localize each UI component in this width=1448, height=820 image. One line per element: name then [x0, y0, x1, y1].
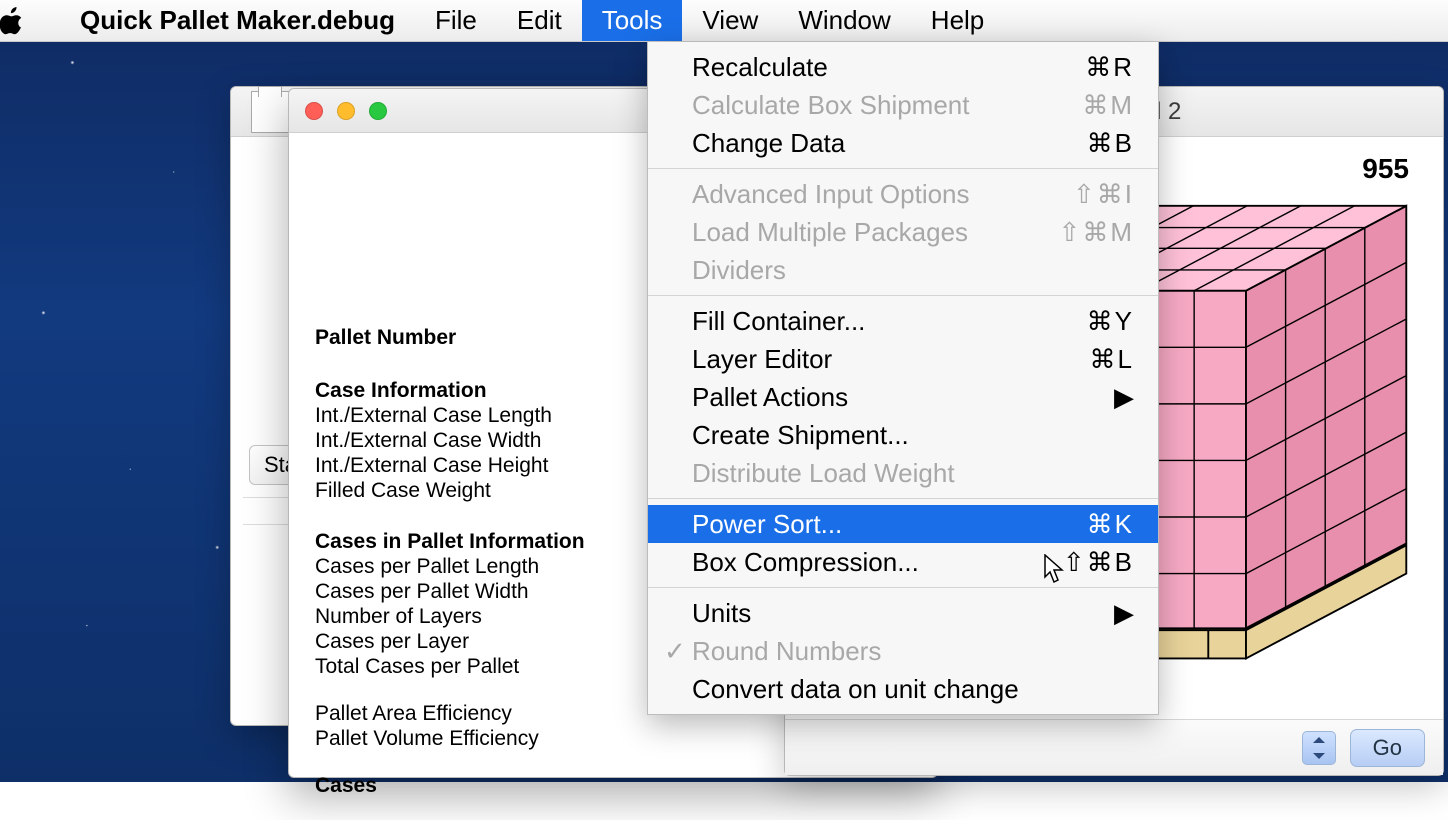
- menu-shortcut: ⌘M: [1082, 90, 1134, 121]
- menu-item-change-data[interactable]: Change Data⌘B: [648, 124, 1158, 162]
- menu-item-label: Dividers: [692, 255, 1134, 286]
- menu-item-label: Change Data: [692, 128, 1087, 159]
- menu-item-layer-editor[interactable]: Layer Editor⌘L: [648, 340, 1158, 378]
- menu-shortcut: ⇧⌘B: [1063, 547, 1134, 578]
- menu-item-label: Convert data on unit change: [692, 674, 1134, 705]
- menu-item-label: Distribute Load Weight: [692, 458, 1134, 489]
- menu-item-advanced-input-options: Advanced Input Options⇧⌘I: [648, 175, 1158, 213]
- close-icon[interactable]: [305, 102, 323, 120]
- menu-item-label: Power Sort...: [692, 509, 1087, 540]
- submenu-arrow-icon: ▶: [1114, 598, 1134, 629]
- menu-shortcut: ⌘L: [1090, 344, 1134, 375]
- menu-item-label: Fill Container...: [692, 306, 1087, 337]
- menu-item-label: Layer Editor: [692, 344, 1090, 375]
- menu-item-distribute-load-weight: Distribute Load Weight: [648, 454, 1158, 492]
- results-value: 955: [1362, 153, 1409, 185]
- menu-item-round-numbers: ✓Round Numbers: [648, 632, 1158, 670]
- tools-dropdown: Recalculate⌘RCalculate Box Shipment⌘MCha…: [647, 42, 1159, 715]
- menu-item-label: Pallet Actions: [692, 382, 1134, 413]
- app-name[interactable]: Quick Pallet Maker.debug: [60, 0, 415, 41]
- menu-item-calculate-box-shipment: Calculate Box Shipment⌘M: [648, 86, 1158, 124]
- menu-item-label: Box Compression...: [692, 547, 1063, 578]
- menu-shortcut: ⇧⌘M: [1059, 217, 1134, 248]
- menubar: Quick Pallet Maker.debug File Edit Tools…: [0, 0, 1448, 42]
- menu-item-label: Calculate Box Shipment: [692, 90, 1082, 121]
- menu-item-pallet-actions[interactable]: Pallet Actions▶: [648, 378, 1158, 416]
- menu-item-label: Load Multiple Packages: [692, 217, 1059, 248]
- apple-menu-icon[interactable]: [0, 7, 60, 35]
- submenu-arrow-icon: ▶: [1114, 382, 1134, 413]
- go-button[interactable]: Go: [1350, 729, 1425, 767]
- menu-item-label: Recalculate: [692, 52, 1085, 83]
- menu-separator: [648, 587, 1158, 588]
- minimize-icon[interactable]: [337, 102, 355, 120]
- heading-cases: Cases: [315, 773, 911, 798]
- results-bottombar: Go: [785, 719, 1443, 775]
- menu-shortcut: ⌘K: [1087, 509, 1134, 540]
- menu-item-box-compression[interactable]: Box Compression...⇧⌘B: [648, 543, 1158, 581]
- menu-file[interactable]: File: [415, 0, 497, 41]
- menu-shortcut: ⇧⌘I: [1073, 179, 1134, 210]
- menu-item-dividers: Dividers: [648, 251, 1158, 289]
- menu-separator: [648, 168, 1158, 169]
- menu-edit[interactable]: Edit: [497, 0, 582, 41]
- menu-item-recalculate[interactable]: Recalculate⌘R: [648, 48, 1158, 86]
- menu-item-label: Round Numbers: [692, 636, 1134, 667]
- menu-shortcut: ⌘R: [1085, 52, 1134, 83]
- menu-item-power-sort[interactable]: Power Sort...⌘K: [648, 505, 1158, 543]
- menu-tools[interactable]: Tools: [582, 0, 683, 41]
- menu-view[interactable]: View: [682, 0, 778, 41]
- menu-shortcut: ⌘Y: [1087, 306, 1134, 337]
- menu-separator: [648, 498, 1158, 499]
- cursor-icon: [1044, 554, 1066, 584]
- menu-item-units[interactable]: Units▶: [648, 594, 1158, 632]
- menu-item-label: Advanced Input Options: [692, 179, 1073, 210]
- menu-item-label: Units: [692, 598, 1134, 629]
- traffic-lights: [305, 102, 387, 120]
- results-stepper[interactable]: [1302, 731, 1336, 765]
- zoom-icon[interactable]: [369, 102, 387, 120]
- menu-shortcut: ⌘B: [1087, 128, 1134, 159]
- menu-window[interactable]: Window: [778, 0, 910, 41]
- menu-help[interactable]: Help: [911, 0, 1004, 41]
- menu-item-load-multiple-packages: Load Multiple Packages⇧⌘M: [648, 213, 1158, 251]
- menu-item-convert-data-on-unit-change[interactable]: Convert data on unit change: [648, 670, 1158, 708]
- menu-item-fill-container[interactable]: Fill Container...⌘Y: [648, 302, 1158, 340]
- check-icon: ✓: [664, 636, 686, 667]
- menu-item-label: Create Shipment...: [692, 420, 1134, 451]
- menu-separator: [648, 295, 1158, 296]
- menu-item-create-shipment[interactable]: Create Shipment...: [648, 416, 1158, 454]
